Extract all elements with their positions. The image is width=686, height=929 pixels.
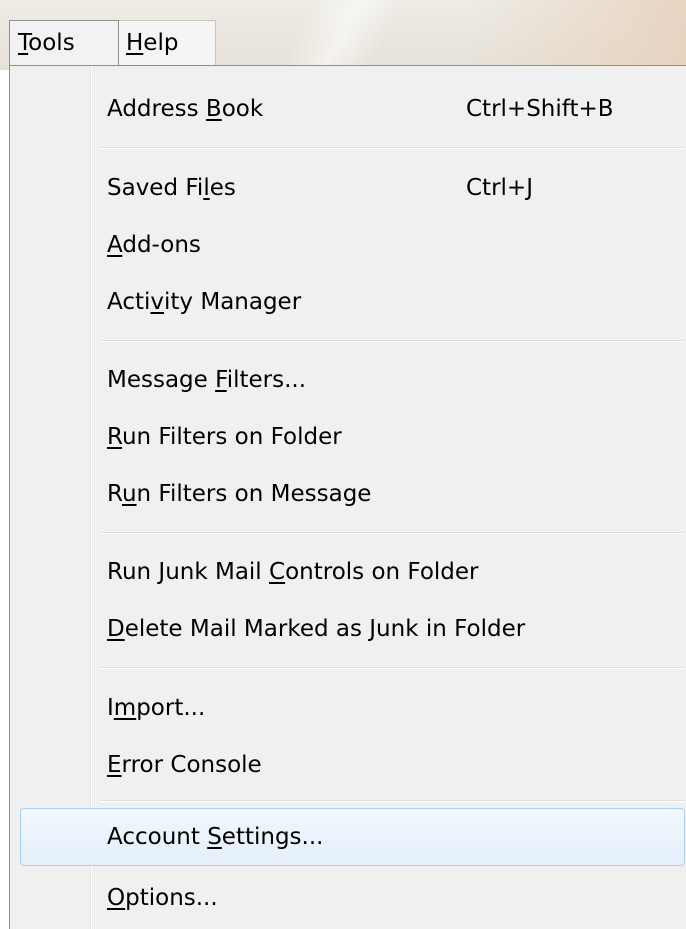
- menu-item-label: Activity Manager: [107, 289, 302, 315]
- menu-item-options[interactable]: Options...: [20, 866, 685, 929]
- menu-help-accel: H: [126, 30, 144, 56]
- menu-separator: [101, 147, 685, 149]
- menu-item-label: Message Filters...: [107, 367, 307, 393]
- menu-item-run-filters-on-message[interactable]: Run Filters on Message: [20, 462, 685, 526]
- screen: Tools Help Address Book Ctrl+Shift+B Sav…: [0, 0, 686, 929]
- menu-item-label: Delete Mail Marked as Junk in Folder: [107, 616, 526, 642]
- menu-separator: [101, 340, 685, 342]
- menu-help[interactable]: Help: [118, 20, 216, 66]
- menu-item-label: Account Settings...: [107, 824, 324, 850]
- menu-item-label: Address Book: [107, 96, 264, 122]
- menu-item-error-console[interactable]: Error Console: [20, 733, 685, 797]
- menu-item-shortcut: Ctrl+Shift+B: [466, 96, 614, 122]
- tools-dropdown-menu: Address Book Ctrl+Shift+B Saved Files Ct…: [9, 65, 686, 929]
- menu-bar-sheen: [267, 0, 413, 70]
- menu-item-delete-junk-mail[interactable]: Delete Mail Marked as Junk in Folder: [20, 597, 685, 661]
- menu-item-address-book[interactable]: Address Book Ctrl+Shift+B: [20, 77, 685, 141]
- menu-item-run-junk-mail-controls[interactable]: Run Junk Mail Controls on Folder: [20, 540, 685, 604]
- menu-item-label: Run Filters on Message: [107, 481, 372, 507]
- menu-separator: [101, 667, 685, 669]
- menu-separator: [101, 532, 685, 534]
- menu-separator: [101, 800, 685, 802]
- menu-item-label: Run Junk Mail Controls on Folder: [107, 559, 479, 585]
- menu-item-add-ons[interactable]: Add-ons: [20, 213, 685, 277]
- menu-item-label: Options...: [107, 885, 218, 911]
- menu-bar-glow: [470, 0, 686, 70]
- menu-item-label: Run Filters on Folder: [107, 424, 342, 450]
- menu-item-label: Error Console: [107, 752, 262, 778]
- menu-item-import[interactable]: Import...: [20, 676, 685, 740]
- menu-item-run-filters-on-folder[interactable]: Run Filters on Folder: [20, 405, 685, 469]
- menu-tools[interactable]: Tools: [9, 20, 119, 66]
- menu-tools-accel: T: [18, 30, 29, 56]
- menu-bar: Tools Help: [0, 0, 686, 70]
- menu-item-shortcut: Ctrl+J: [466, 175, 533, 201]
- menu-item-label: Saved Files: [107, 175, 236, 201]
- menu-item-activity-manager[interactable]: Activity Manager: [20, 270, 685, 334]
- menu-help-label-post: elp: [143, 30, 179, 56]
- menu-item-label: Import...: [107, 695, 206, 721]
- menu-item-saved-files[interactable]: Saved Files Ctrl+J: [20, 156, 685, 220]
- menu-tools-label-post: ools: [28, 30, 75, 56]
- menu-item-message-filters[interactable]: Message Filters...: [20, 348, 685, 412]
- menu-item-account-settings[interactable]: Account Settings...: [20, 808, 685, 866]
- menu-item-label: Add-ons: [107, 232, 201, 258]
